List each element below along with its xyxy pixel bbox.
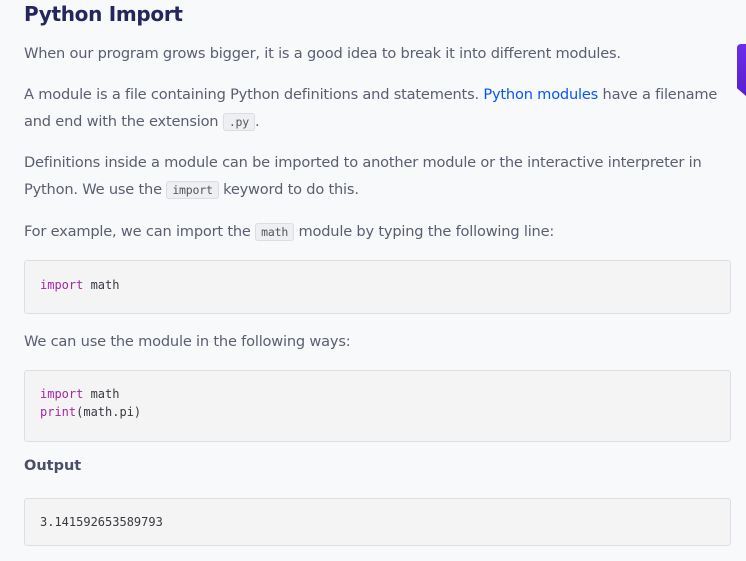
inline-code-math: math [255, 223, 295, 241]
text: For example, we can import the [24, 223, 256, 240]
side-tab[interactable] [737, 44, 746, 96]
paragraph-module: A module is a file containing Python def… [24, 81, 736, 136]
text: Definitions inside a module can be impor… [24, 154, 702, 198]
paragraph-definitions: Definitions inside a module can be impor… [24, 149, 736, 204]
code-block-import[interactable]: import math [24, 260, 731, 314]
text: A module is a file containing Python def… [24, 86, 484, 103]
code-text: (math.pi) [76, 405, 142, 419]
output-text: 3.141592653589793 [40, 515, 163, 529]
output-block[interactable]: 3.141592653589793 [24, 498, 731, 546]
python-modules-link[interactable]: Python modules [483, 86, 598, 103]
output-heading: Output [24, 458, 82, 474]
paragraph-example: For example, we can import the math modu… [24, 218, 736, 246]
code-function: print [40, 405, 77, 419]
text: module by typing the following line: [294, 223, 555, 240]
text: keyword to do this. [218, 181, 359, 198]
code-text: math [83, 387, 120, 401]
code-keyword: import [40, 387, 84, 401]
code-text: math [83, 278, 120, 292]
inline-code-py: .py [222, 113, 255, 131]
code-block-usage[interactable]: import math print(math.pi) [24, 370, 731, 442]
page-title: Python Import [24, 2, 183, 26]
paragraph-intro: When our program grows bigger, it is a g… [24, 45, 621, 62]
code-keyword: import [40, 278, 84, 292]
text: . [254, 113, 260, 130]
paragraph-usage: We can use the module in the following w… [24, 333, 351, 350]
inline-code-import: import [166, 181, 219, 199]
